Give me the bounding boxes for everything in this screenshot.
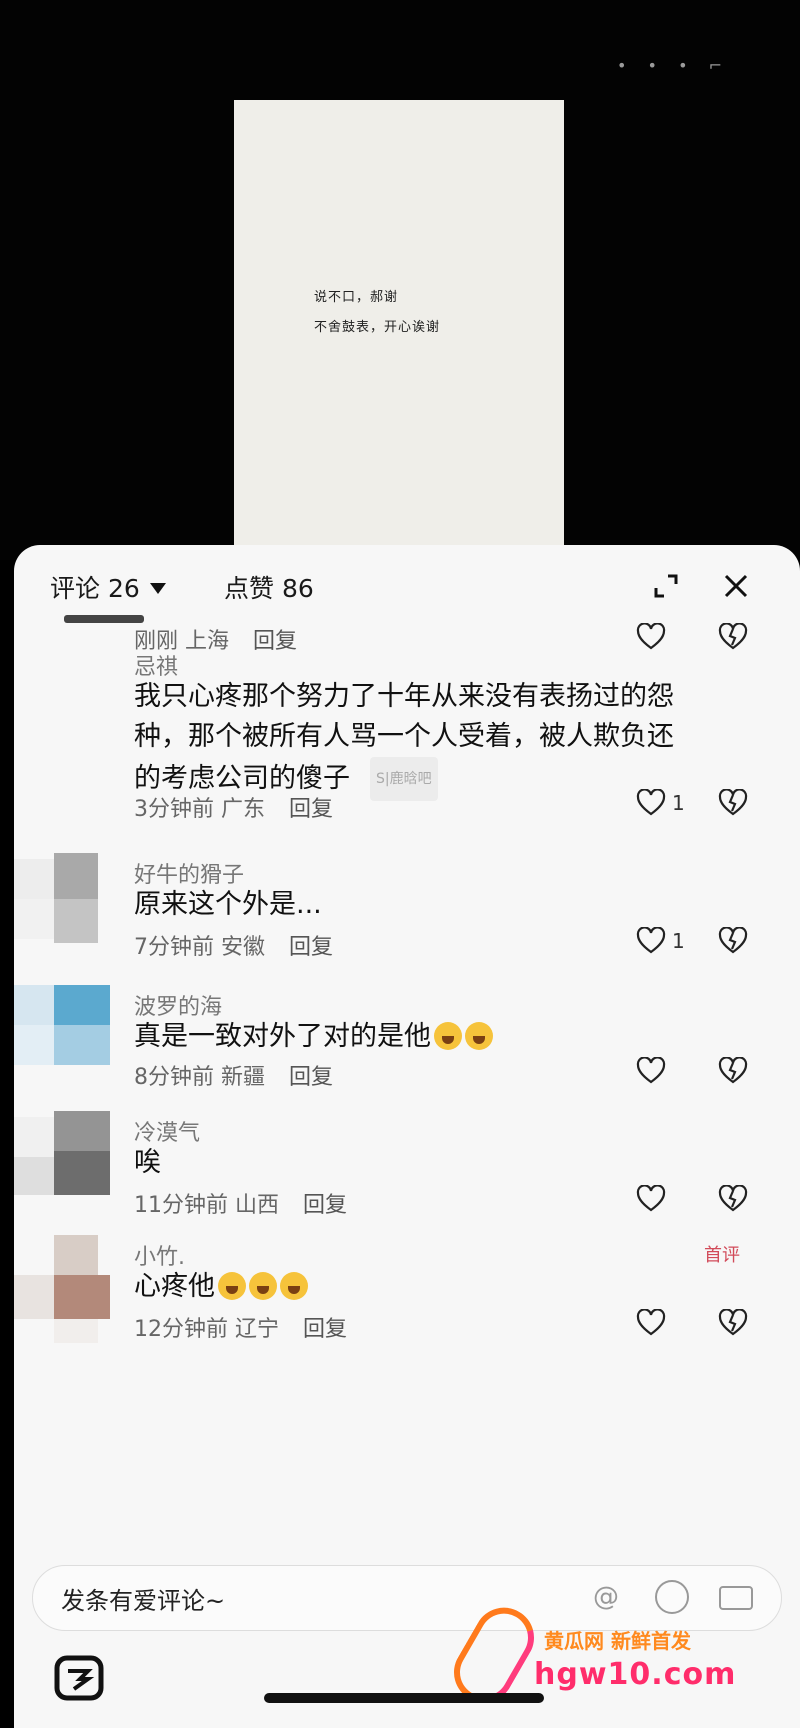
watermark-site: hgw10.com	[534, 1657, 737, 1692]
image-watermark: S|鹿晗吧	[370, 757, 438, 801]
cutoff-text	[64, 615, 144, 623]
heart-icon[interactable]	[636, 1309, 666, 1337]
crying-emoji-icon	[280, 1272, 308, 1300]
avatar[interactable]	[14, 1111, 122, 1219]
laughing-emoji-icon	[434, 1022, 462, 1050]
comments-tab[interactable]: 评论 26	[50, 569, 140, 605]
reply-button[interactable]: 回复	[303, 1193, 347, 1218]
close-icon[interactable]	[720, 570, 752, 602]
heart-icon[interactable]	[636, 789, 666, 817]
reply-button[interactable]: 回复	[303, 1317, 347, 1342]
like-count: 1	[672, 791, 685, 815]
emoji-picker-icon[interactable]	[655, 1580, 689, 1614]
likes-count: 86	[281, 574, 314, 603]
likes-label: 点赞	[224, 574, 275, 603]
heart-icon[interactable]	[636, 1185, 666, 1213]
comment-sheet: 评论 26 点赞 86 刚刚 上海 回复 忌祺 我只心疼那个努力了十年从来没有表扬…	[14, 545, 800, 1728]
reply-button[interactable]: 回复	[289, 1065, 333, 1090]
video-player[interactable]: 说不口，郝谢 不舍鼓表，开心诶谢 • • • ⌐	[0, 0, 800, 560]
broken-heart-icon[interactable]	[718, 789, 748, 817]
reply-button[interactable]: 回复	[253, 629, 297, 654]
note-line-1: 说不口，郝谢	[314, 290, 399, 305]
broken-heart-icon[interactable]	[718, 623, 748, 651]
comment-input[interactable]: 发条有爱评论~ @	[32, 1565, 782, 1631]
comment-meta: 8分钟前 新疆 回复	[134, 1065, 334, 1090]
avatar[interactable]	[14, 853, 122, 961]
broken-heart-icon[interactable]	[718, 1057, 748, 1085]
comment-text: 真是一致对外了对的是他	[134, 1017, 694, 1057]
heart-icon[interactable]	[636, 623, 666, 651]
comments-count: 26	[107, 574, 140, 603]
image-upload-icon[interactable]	[719, 1586, 753, 1610]
reply-button[interactable]: 回复	[289, 935, 333, 960]
expand-icon[interactable]	[652, 572, 680, 600]
caret-down-icon[interactable]	[150, 583, 166, 594]
comment-input-placeholder: 发条有爱评论~	[61, 1587, 226, 1615]
comment-meta: 3分钟前 广东 回复	[134, 797, 334, 822]
reply-button[interactable]: 回复	[289, 797, 333, 822]
comment-text: 心疼他	[134, 1267, 694, 1307]
like-count: 1	[672, 929, 685, 953]
avatar[interactable]	[14, 1235, 122, 1343]
comment-sheet-header: 评论 26 点赞 86	[14, 545, 800, 625]
comments-label: 评论	[50, 574, 101, 603]
video-overlay-icons: • • • ⌐	[617, 56, 730, 75]
comment-meta: 11分钟前 山西 回复	[134, 1193, 348, 1218]
comment-text: 原来这个外是...	[134, 889, 322, 920]
app-logo-icon	[54, 1655, 104, 1701]
comment-text: 唉	[134, 1147, 161, 1178]
broken-heart-icon[interactable]	[718, 927, 748, 955]
heart-icon[interactable]	[636, 1057, 666, 1085]
watermark-brand: 黄瓜网 新鲜首发	[544, 1629, 691, 1653]
broken-heart-icon[interactable]	[718, 1185, 748, 1213]
first-comment-badge: 首评	[704, 1245, 740, 1266]
avatar[interactable]	[14, 985, 122, 1093]
crying-emoji-icon	[218, 1272, 246, 1300]
paper-note: 说不口，郝谢 不舍鼓表，开心诶谢	[234, 100, 564, 560]
laughing-emoji-icon	[465, 1022, 493, 1050]
comment-meta: 12分钟前 辽宁 回复	[134, 1317, 348, 1342]
comment-text: 我只心疼那个努力了十年从来没有表扬过的怨种，那个被所有人骂一个人受着，被人欺负还…	[134, 677, 694, 801]
note-line-2: 不舍鼓表，开心诶谢	[314, 320, 441, 335]
broken-heart-icon[interactable]	[718, 1309, 748, 1337]
home-indicator[interactable]	[264, 1693, 544, 1703]
likes-tab[interactable]: 点赞 86	[224, 569, 314, 605]
heart-icon[interactable]	[636, 927, 666, 955]
crying-emoji-icon	[249, 1272, 277, 1300]
at-mention-icon[interactable]: @	[593, 1582, 619, 1612]
comment-meta: 7分钟前 安徽 回复	[134, 935, 334, 960]
